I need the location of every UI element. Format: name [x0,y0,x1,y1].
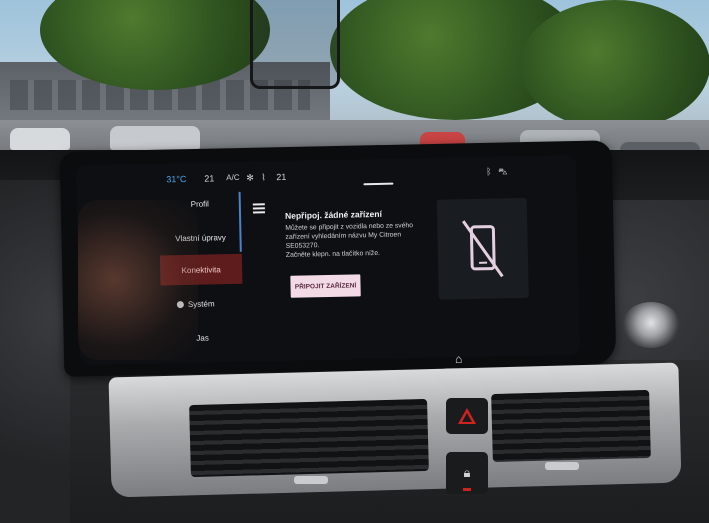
volume-knob[interactable] [622,302,680,348]
tree-canopy [520,0,709,130]
parked-car [10,128,70,150]
menu-scroll-indicator [238,191,242,252]
page-indicator [363,182,394,186]
message-title: Nepřipoj. žádné zařízení [284,208,382,221]
seat-heat-icon[interactable]: ⌇ [261,172,266,183]
lock-indicator-led [463,488,471,491]
fan-icon[interactable]: ✻ [246,173,254,184]
outside-temp: 31°C [166,173,187,185]
hazard-icon [458,408,476,424]
climate-temp-left[interactable]: 21 [204,173,214,183]
message-body: Můžete se připojit z vozidla nebo ze své… [285,222,414,250]
rearview-mirror [250,0,340,89]
ac-button[interactable]: A/C [226,173,240,182]
vent-adjust-tab[interactable] [545,462,579,470]
connect-device-button[interactable]: PŘIPOJIT ZAŘÍZENÍ [290,274,361,298]
hand-reflection [78,200,198,360]
phone-status-panel [436,197,529,300]
lock-icon: 🔒︎ [463,465,471,480]
hazard-button[interactable] [446,398,488,434]
phone-disconnected-icon [461,220,504,278]
car-icon: ⛍ [498,166,508,177]
home-icon[interactable]: ⌂ [455,352,462,366]
climate-temp-right[interactable]: 21 [276,172,286,182]
status-bar: 31°C 21 A/C ✻ ⌇ 21 ᛒ ⛍ [76,161,576,191]
menu-item-label: Jas [196,333,209,343]
hamburger-menu-icon[interactable] [252,203,265,214]
bluetooth-icon: ᛒ [486,166,492,177]
connection-message: Nepřipoj. žádné zařízení Můžete se připo… [285,208,427,331]
photo-scene: 31°C 21 A/C ✻ ⌇ 21 ᛒ ⛍ Profil Vlastní úp… [0,0,709,523]
air-vent-right[interactable] [491,389,651,463]
vent-adjust-tab[interactable] [294,476,328,484]
message-hint: Začněte klepn. na tlačítko níže. [285,249,381,259]
parked-car [110,126,200,150]
air-vent-left[interactable] [189,398,429,478]
